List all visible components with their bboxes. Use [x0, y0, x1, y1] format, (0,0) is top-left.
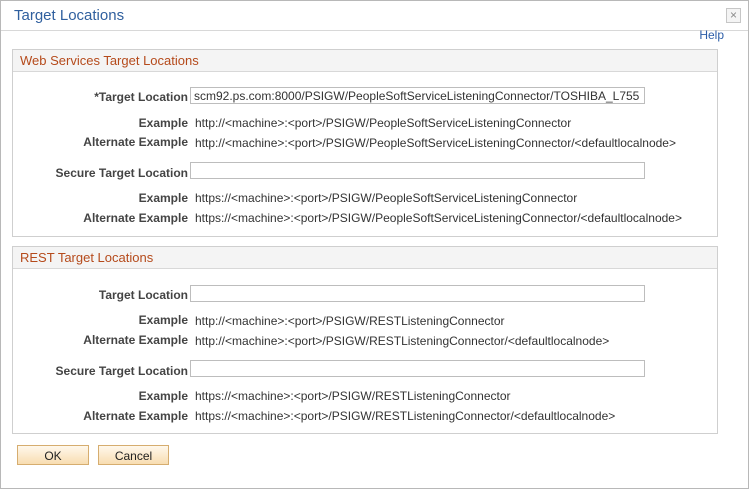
rest-secure-example-label: Example [138, 389, 188, 403]
rest-example-value: http://<machine>:<port>/PSIGW/RESTListen… [195, 314, 505, 328]
help-link[interactable]: Help [699, 28, 724, 42]
alternate-example-value: http://<machine>:<port>/PSIGW/PeopleSoft… [195, 136, 676, 150]
dialog-title: Target Locations [14, 7, 125, 24]
rest-alternate-example-label: Alternate Example [83, 333, 188, 347]
example-value: http://<machine>:<port>/PSIGW/PeopleSoft… [195, 116, 572, 130]
target-location-field[interactable] [190, 87, 645, 104]
section-header-rest: REST Target Locations [13, 247, 717, 269]
rest-secure-alternate-example-label: Alternate Example [83, 409, 188, 423]
rest-alternate-example-value: http://<machine>:<port>/PSIGW/RESTListen… [195, 334, 610, 348]
dialog-title-bar: Target Locations × [1, 1, 748, 31]
rest-target-locations-section: REST Target Locations Target Location Ex… [12, 246, 718, 434]
target-location-label: *Target Location [94, 90, 188, 104]
secure-example-value: https://<machine>:<port>/PSIGW/PeopleSof… [195, 191, 578, 205]
rest-secure-target-location-field[interactable] [190, 360, 645, 377]
rest-example-label: Example [138, 313, 188, 327]
web-services-target-locations-section: Web Services Target Locations *Target Lo… [12, 49, 718, 237]
rest-secure-example-value: https://<machine>:<port>/PSIGW/RESTListe… [195, 389, 511, 403]
rest-target-location-label: Target Location [98, 288, 188, 302]
cancel-button[interactable]: Cancel [98, 445, 169, 465]
secure-alternate-example-label: Alternate Example [83, 211, 188, 225]
rest-secure-target-location-label: Secure Target Location [55, 364, 188, 378]
rest-target-location-field[interactable] [190, 285, 645, 302]
example-label: Example [138, 116, 188, 130]
rest-secure-alternate-example-value: https://<machine>:<port>/PSIGW/RESTListe… [195, 409, 616, 423]
target-locations-dialog: Target Locations × Help Web Services Tar… [0, 0, 749, 489]
secure-example-label: Example [138, 191, 188, 205]
section-header-web-services: Web Services Target Locations [13, 50, 717, 72]
alternate-example-label: Alternate Example [83, 135, 188, 149]
secure-target-location-field[interactable] [190, 162, 645, 179]
secure-alternate-example-value: https://<machine>:<port>/PSIGW/PeopleSof… [195, 211, 682, 225]
close-icon[interactable]: × [726, 8, 741, 23]
secure-target-location-label: Secure Target Location [55, 166, 188, 180]
ok-button[interactable]: OK [17, 445, 89, 465]
